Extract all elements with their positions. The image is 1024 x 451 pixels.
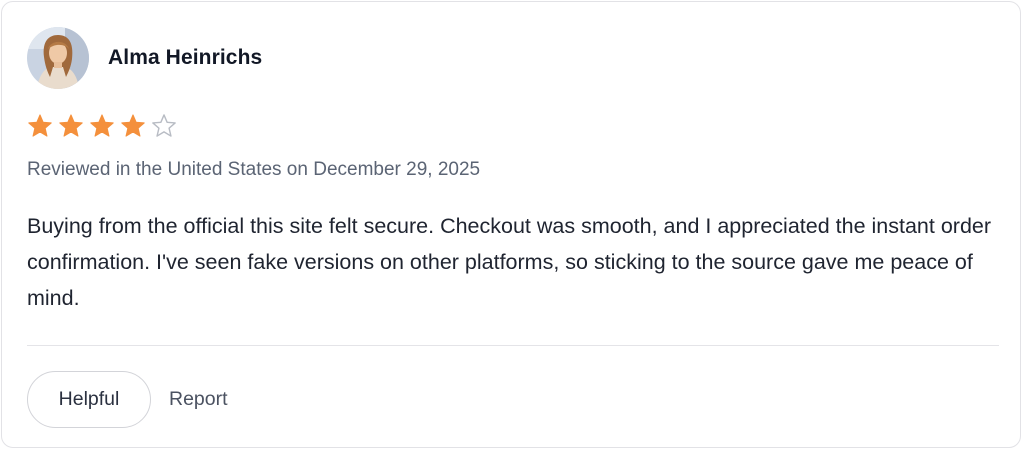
avatar	[27, 27, 89, 89]
divider	[27, 345, 999, 346]
review-date: Reviewed in the United States on Decembe…	[27, 159, 481, 180]
helpful-button[interactable]: Helpful	[27, 371, 151, 428]
star-filled-icon	[121, 114, 145, 137]
avatar-photo-icon	[27, 27, 89, 89]
reviewer-name: Alma Heinrichs	[108, 46, 263, 69]
review-header: Alma Heinrichs	[27, 27, 262, 89]
star-filled-icon	[28, 114, 52, 137]
report-link[interactable]: Report	[169, 388, 228, 411]
star-filled-icon	[90, 114, 114, 137]
star-filled-icon	[59, 114, 83, 137]
star-empty-icon	[152, 114, 176, 137]
review-actions: Helpful Report	[27, 371, 228, 428]
star-rating	[27, 113, 177, 139]
review-body: Buying from the official this site felt …	[27, 214, 992, 310]
review-card: Alma Heinrichs Reviewed in the United St…	[1, 1, 1021, 448]
